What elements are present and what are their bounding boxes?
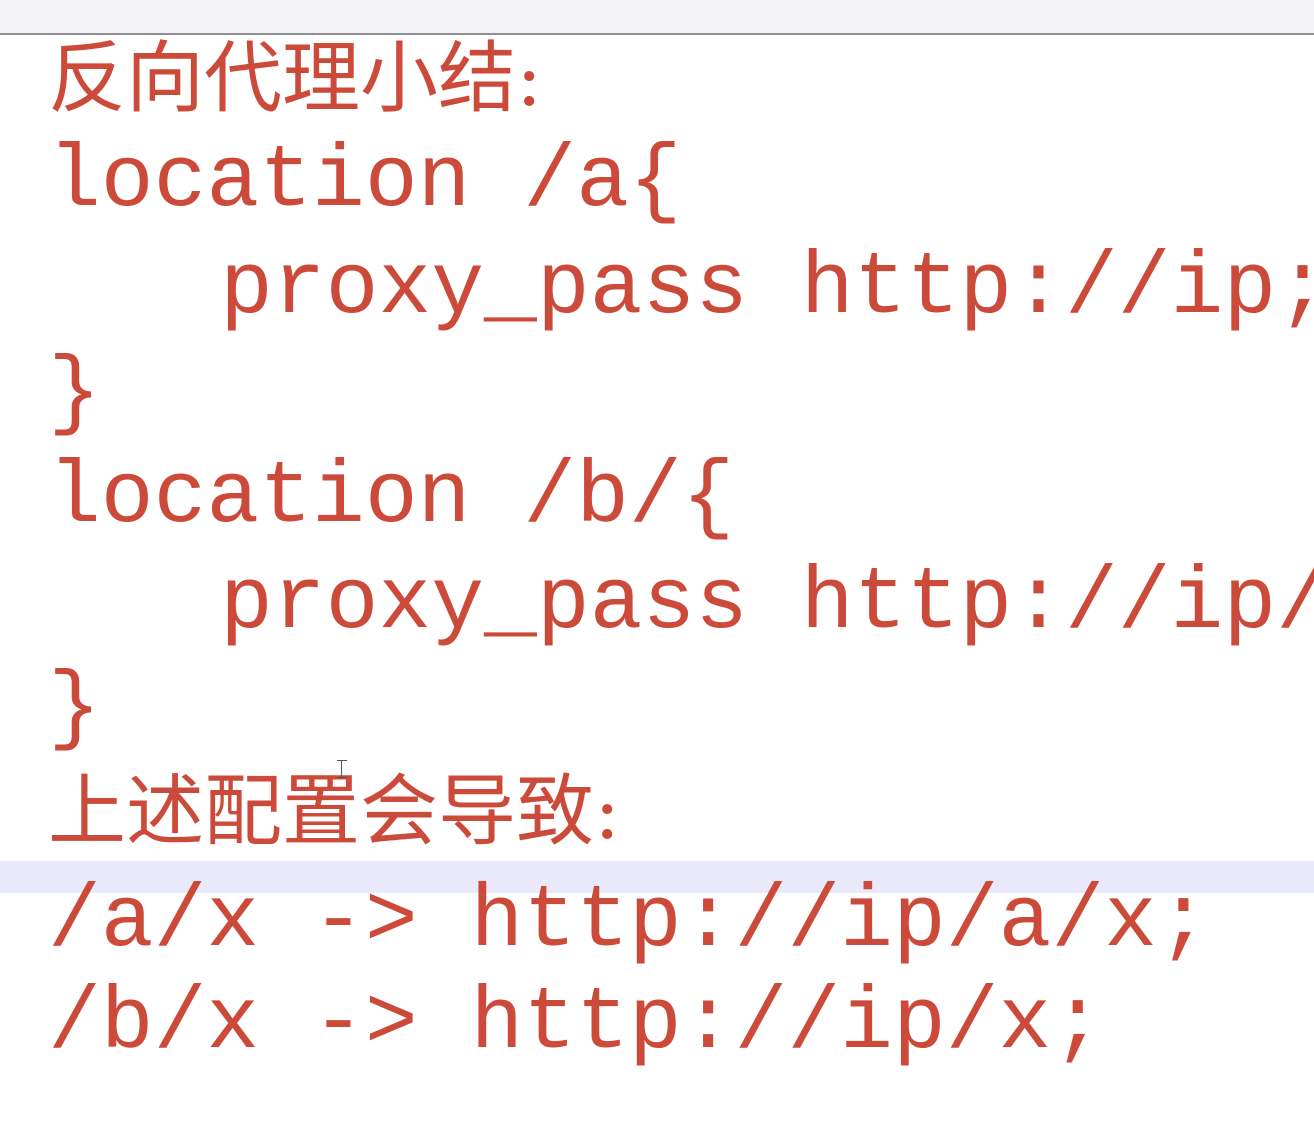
- result-heading: 上述配置会导致:: [48, 767, 621, 857]
- code-line-location-b: location /b/{: [48, 449, 735, 548]
- code-line-proxy-pass-b: proxy_pass http://ip/;: [220, 555, 1314, 654]
- code-line-close-brace-b: }: [48, 660, 101, 759]
- i-beam-cursor-icon: [337, 760, 347, 778]
- result-line-a: /a/x -> http://ip/a/x;: [48, 873, 1210, 972]
- text-editor-area[interactable]: 反向代理小结: location /a{ proxy_pass http://i…: [0, 35, 1314, 1142]
- top-toolbar: [0, 0, 1314, 35]
- editor-window: 反向代理小结: location /a{ proxy_pass http://i…: [0, 0, 1314, 1142]
- code-line-proxy-pass-a: proxy_pass http://ip;: [220, 240, 1314, 339]
- summary-heading: 反向代理小结:: [48, 35, 543, 124]
- code-line-location-a: location /a{: [48, 133, 682, 232]
- code-line-close-brace-a: }: [48, 345, 101, 444]
- result-line-b: /b/x -> http://ip/x;: [48, 975, 1105, 1074]
